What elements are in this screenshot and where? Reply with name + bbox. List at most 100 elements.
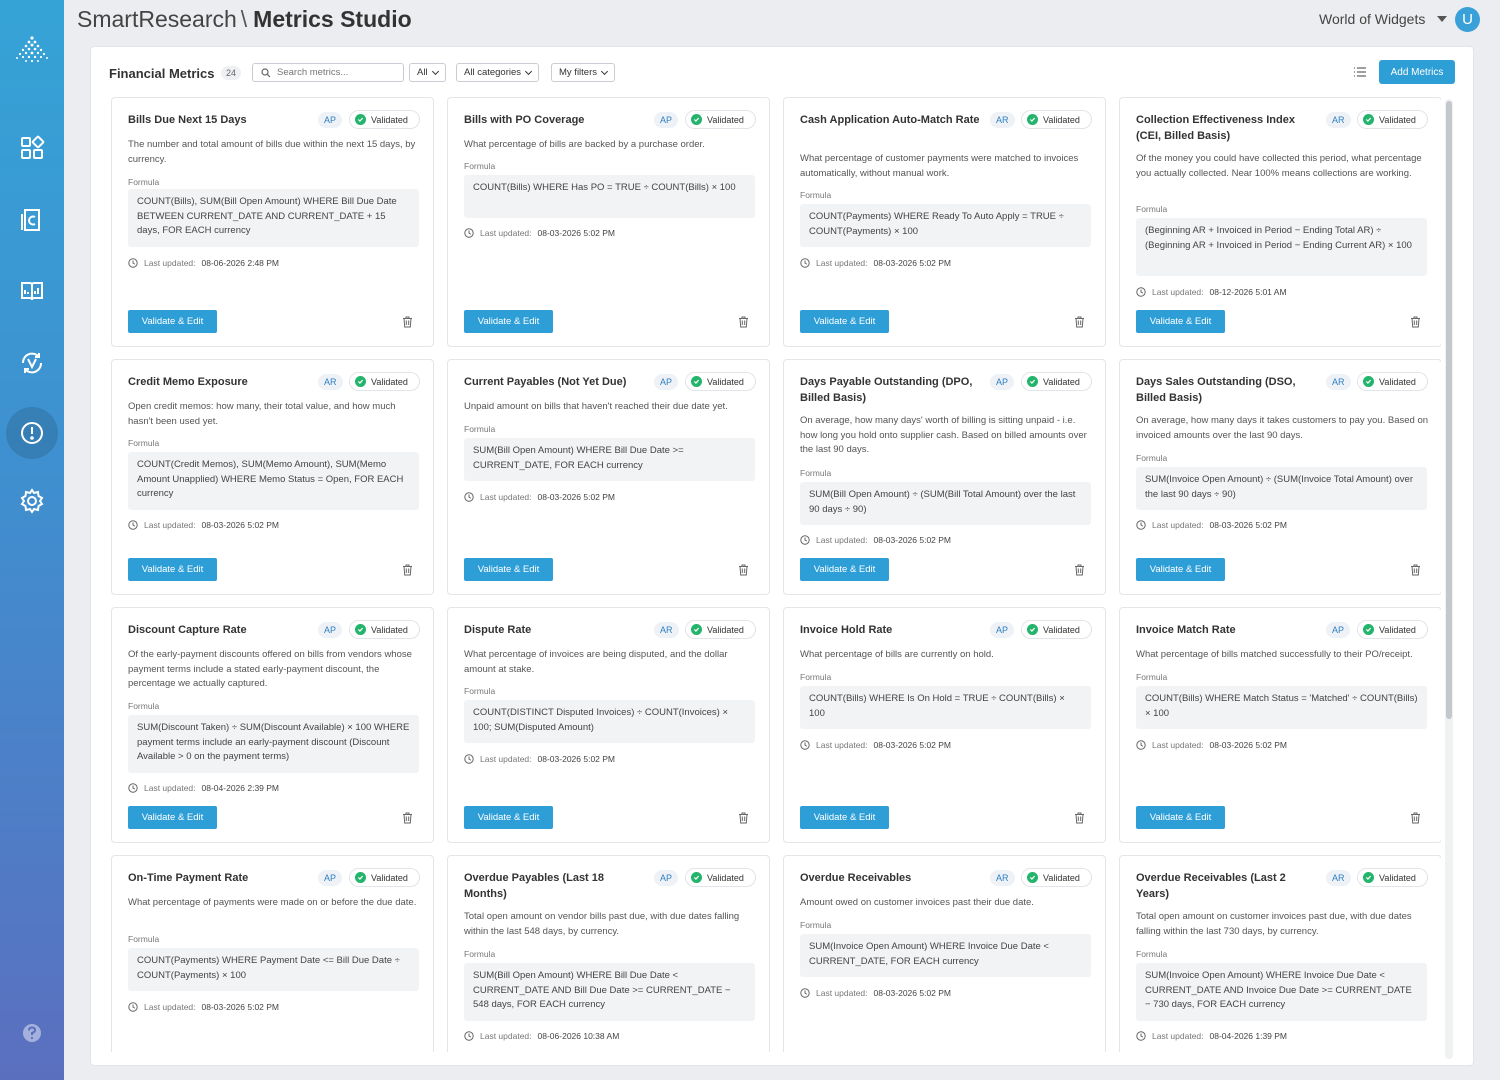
validate-edit-button[interactable]: Validate & Edit bbox=[128, 558, 217, 581]
validate-edit-button[interactable]: Validate & Edit bbox=[1136, 558, 1225, 581]
sidebar-item-help[interactable] bbox=[0, 1007, 64, 1059]
validated-label: Validated bbox=[1379, 114, 1416, 125]
formula-box: (Beginning AR + Invoiced in Period − End… bbox=[1136, 218, 1427, 276]
trash-icon[interactable] bbox=[402, 564, 413, 576]
formula-box: SUM(Invoice Open Amount) WHERE Invoice D… bbox=[800, 934, 1091, 977]
trash-icon[interactable] bbox=[1410, 316, 1421, 328]
last-updated: Last updated: 08-03-2026 5:02 PM bbox=[128, 520, 279, 530]
metric-card[interactable]: Collection Effectiveness Index (CEI, Bil… bbox=[1119, 97, 1441, 347]
last-updated-value: 08-03-2026 5:02 PM bbox=[537, 754, 616, 764]
last-updated-label: Last updated: bbox=[1152, 740, 1204, 750]
formula-box: COUNT(Payments) WHERE Payment Date <= Bi… bbox=[128, 948, 419, 991]
check-circle-icon bbox=[1027, 624, 1038, 635]
add-metrics-button[interactable]: Add Metrics bbox=[1379, 60, 1455, 84]
my-filters-dropdown[interactable]: My filters bbox=[551, 63, 615, 82]
validate-edit-button[interactable]: Validate & Edit bbox=[464, 558, 553, 581]
check-circle-icon bbox=[1027, 114, 1038, 125]
formula-box: SUM(Bill Open Amount) WHERE Bill Due Dat… bbox=[464, 963, 755, 1021]
sidebar-item-metrics[interactable] bbox=[6, 407, 58, 459]
check-circle-icon bbox=[691, 624, 702, 635]
validate-edit-button[interactable]: Validate & Edit bbox=[464, 806, 553, 829]
sidebar-item-documents[interactable] bbox=[0, 194, 64, 246]
metric-card[interactable]: Bills Due Next 15 Days AP Validated The … bbox=[111, 97, 434, 347]
metric-card[interactable]: On-Time Payment Rate AP Validated What p… bbox=[111, 855, 434, 1052]
validated-badge: Validated bbox=[685, 868, 756, 887]
last-updated-value: 08-03-2026 5:02 PM bbox=[873, 740, 952, 750]
validate-edit-button[interactable]: Validate & Edit bbox=[128, 310, 217, 333]
trash-icon[interactable] bbox=[1410, 564, 1421, 576]
trash-icon[interactable] bbox=[738, 316, 749, 328]
trash-icon[interactable] bbox=[738, 564, 749, 576]
search-box[interactable] bbox=[252, 63, 404, 82]
trash-icon[interactable] bbox=[1074, 812, 1085, 824]
chevron-down-icon bbox=[524, 67, 533, 75]
clock-icon bbox=[1136, 740, 1146, 750]
trash-icon[interactable] bbox=[1410, 812, 1421, 824]
validate-edit-button[interactable]: Validate & Edit bbox=[1136, 310, 1225, 333]
metric-card[interactable]: Credit Memo Exposure AR Validated Open c… bbox=[111, 359, 434, 595]
formula-label: Formula bbox=[128, 701, 160, 711]
validated-label: Validated bbox=[707, 114, 744, 125]
type-filter-dropdown[interactable]: All bbox=[409, 63, 446, 82]
validate-edit-button[interactable]: Validate & Edit bbox=[128, 806, 217, 829]
my-filters-value: My filters bbox=[559, 67, 597, 78]
formula-label: Formula bbox=[800, 468, 832, 478]
clock-icon bbox=[1136, 520, 1146, 530]
metric-card[interactable]: Overdue Receivables (Last 2 Years) AR Va… bbox=[1119, 855, 1441, 1052]
last-updated-label: Last updated: bbox=[816, 988, 868, 998]
trash-icon[interactable] bbox=[738, 812, 749, 824]
metric-card[interactable]: Current Payables (Not Yet Due) AP Valida… bbox=[447, 359, 770, 595]
metric-card[interactable]: Overdue Payables (Last 18 Months) AP Val… bbox=[447, 855, 770, 1052]
trash-icon[interactable] bbox=[1074, 564, 1085, 576]
metric-card[interactable]: Invoice Match Rate AP Validated What per… bbox=[1119, 607, 1441, 843]
category-tag: AP bbox=[654, 374, 679, 390]
validate-edit-button[interactable]: Validate & Edit bbox=[800, 310, 889, 333]
sidebar-item-apps[interactable] bbox=[0, 122, 64, 174]
category-filter-dropdown[interactable]: All categories bbox=[456, 63, 540, 82]
metric-card[interactable]: Invoice Hold Rate AP Validated What perc… bbox=[783, 607, 1106, 843]
validated-label: Validated bbox=[1379, 872, 1416, 883]
category-tag: AR bbox=[990, 870, 1015, 886]
formula-box: COUNT(Bills) WHERE Match Status = 'Match… bbox=[1136, 686, 1427, 729]
title-separator: \ bbox=[240, 6, 248, 32]
metric-card[interactable]: Bills with PO Coverage AP Validated What… bbox=[447, 97, 770, 347]
sidebar-item-reports[interactable] bbox=[0, 265, 64, 317]
last-updated-label: Last updated: bbox=[480, 228, 532, 238]
formula-label: Formula bbox=[464, 949, 496, 959]
validate-edit-button[interactable]: Validate & Edit bbox=[1136, 806, 1225, 829]
check-circle-icon bbox=[1363, 872, 1374, 883]
metric-card[interactable]: Days Payable Outstanding (DPO, Billed Ba… bbox=[783, 359, 1106, 595]
metric-card[interactable]: Dispute Rate AR Validated What percentag… bbox=[447, 607, 770, 843]
trash-icon[interactable] bbox=[1074, 316, 1085, 328]
list-view-icon[interactable] bbox=[1353, 65, 1367, 79]
metric-card[interactable]: Discount Capture Rate AP Validated Of th… bbox=[111, 607, 434, 843]
metric-title: Credit Memo Exposure bbox=[128, 376, 248, 388]
validate-edit-button[interactable]: Validate & Edit bbox=[800, 806, 889, 829]
metric-description: Open credit memos: how many, their total… bbox=[128, 401, 396, 427]
metric-card[interactable]: Days Sales Outstanding (DSO, Billed Basi… bbox=[1119, 359, 1441, 595]
metric-card[interactable]: Overdue Receivables AR Validated Amount … bbox=[783, 855, 1106, 1052]
validate-edit-button[interactable]: Validate & Edit bbox=[464, 310, 553, 333]
metric-title: Overdue Payables (Last 18 Months) bbox=[464, 872, 605, 900]
clock-icon bbox=[128, 258, 138, 268]
last-updated: Last updated: 08-06-2026 2:48 PM bbox=[128, 258, 279, 268]
scrollbar-thumb[interactable] bbox=[1446, 101, 1452, 719]
check-circle-icon bbox=[1363, 114, 1374, 125]
formula-label: Formula bbox=[1136, 949, 1168, 959]
metric-description: Unpaid amount on bills that haven't reac… bbox=[464, 401, 728, 412]
last-updated: Last updated: 08-06-2026 10:38 AM bbox=[464, 1031, 619, 1041]
validated-badge: Validated bbox=[349, 868, 420, 887]
validate-edit-button[interactable]: Validate & Edit bbox=[800, 558, 889, 581]
validated-label: Validated bbox=[371, 114, 408, 125]
search-input[interactable] bbox=[277, 67, 397, 78]
workspace-selector[interactable]: World of Widgets bbox=[1319, 11, 1448, 27]
validated-label: Validated bbox=[707, 376, 744, 387]
metric-card[interactable]: Cash Application Auto-Match Rate AR Vali… bbox=[783, 97, 1106, 347]
avatar[interactable]: U bbox=[1455, 7, 1480, 32]
metric-description: What percentage of customer payments wer… bbox=[800, 153, 1079, 179]
trash-icon[interactable] bbox=[402, 812, 413, 824]
last-updated-value: 08-04-2026 1:39 PM bbox=[1209, 1031, 1288, 1041]
sidebar-item-validation[interactable] bbox=[0, 337, 64, 389]
sidebar-item-settings[interactable] bbox=[0, 475, 64, 527]
trash-icon[interactable] bbox=[402, 316, 413, 328]
